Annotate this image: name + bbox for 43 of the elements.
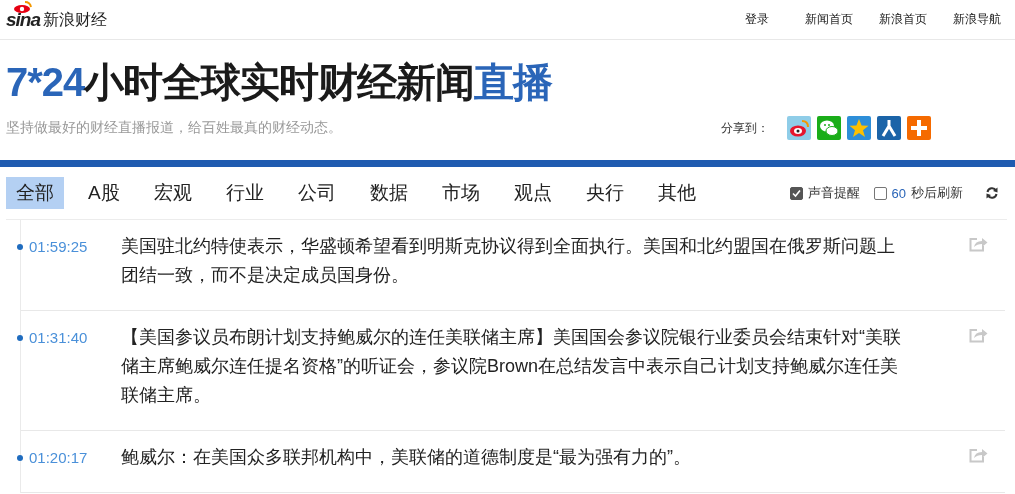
timeline-dot [17,243,23,250]
checkbox[interactable] [789,186,803,200]
category-tab[interactable]: 市场 [431,177,490,209]
nav-link[interactable]: 新浪首页 [879,11,927,28]
category-tab[interactable]: 行业 [215,177,274,209]
category-tab[interactable]: 公司 [287,177,346,209]
eye-logo-icon [13,0,33,13]
news-time: 01:20:17 [29,449,88,466]
news-time: 01:59:25 [29,238,88,255]
share-icon[interactable] [969,447,988,463]
category-tab[interactable]: A股 [78,177,130,209]
plus-icon[interactable] [907,116,931,140]
tagline: 坚持做最好的财经直播报道，给百姓最真的财经动态。 [6,119,342,137]
star-icon[interactable] [847,116,871,140]
nav-link[interactable]: 新浪导航 [953,11,1001,28]
news-text: 美国驻北约特使表示，华盛顿希望看到明斯克协议得到全面执行。美国和北约盟国在俄罗斯问题上团结一致，而不是决定成员国身份。 [121,235,896,287]
category-tab[interactable]: 观点 [503,177,562,209]
option-label: 声音提醒 [807,184,860,202]
news-text: 鲍威尔：在美国众多联邦机构中，美联储的道德制度是“最为强有力的”。 [121,446,692,469]
share-icon[interactable] [969,236,988,252]
refresh-icon[interactable] [985,186,999,200]
page-title: 7*24小时全球实时财经新闻直播 [6,59,554,106]
news-text: 【美国参议员布朗计划支持鲍威尔的连任美联储主席】美国国会参议院银行业委员会结束针对“美联储主席鲍威尔连任提名资格”的听证会，参议院Brown在总结发言中表示自己计划支持鲍威尔连任美联储主席。 [121,326,901,407]
site-name[interactable]: 新浪财经 [43,9,108,30]
nav-link[interactable]: 新闻首页 [805,11,853,28]
share-label: 分享到： [721,119,769,137]
logo-wordmark[interactable]: sina [6,9,41,30]
share-icon[interactable] [969,327,988,343]
news-time: 01:31:40 [29,329,88,346]
option-label: 秒后刷新 [911,184,963,202]
category-tab[interactable]: 宏观 [143,177,202,209]
timeline-dot [17,454,23,461]
refresh-seconds: 60 [891,185,906,201]
nav-link[interactable]: 登录 [745,11,769,28]
category-tab[interactable]: 全部 [6,177,64,209]
category-tab[interactable]: 央行 [575,177,634,209]
weibo-icon[interactable] [787,116,811,140]
person-icon[interactable] [877,116,901,140]
timeline-dot [17,334,23,341]
checkbox[interactable] [873,186,887,200]
category-tab[interactable]: 数据 [359,177,418,209]
category-tab[interactable]: 其他 [647,177,706,209]
chat-bubbles-icon[interactable] [817,116,841,140]
